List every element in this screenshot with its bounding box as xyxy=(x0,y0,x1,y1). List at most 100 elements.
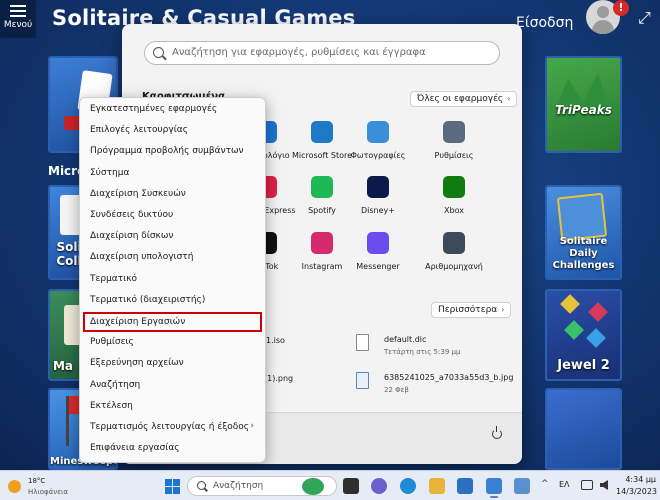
file-name: default.dic xyxy=(384,335,427,344)
pinned-app[interactable]: Disney+ xyxy=(344,176,412,215)
search-icon xyxy=(153,47,164,58)
sun-icon[interactable] xyxy=(8,480,21,493)
context-menu-item[interactable]: Εγκατεστημένες εφαρμογές xyxy=(83,100,262,120)
photos-icon xyxy=(367,121,389,143)
file-date: 22 Φεβ xyxy=(384,386,409,394)
spotify-icon xyxy=(311,176,333,198)
chevron-right-icon: › xyxy=(250,421,254,431)
context-menu-item[interactable]: Πρόγραμμα προβολής συμβάντων xyxy=(83,142,262,162)
context-menu-item-label: Ρυθμίσεις xyxy=(90,337,134,348)
context-menu-item[interactable]: Εξερεύνηση αρχείων xyxy=(83,354,262,374)
chevron-up-icon[interactable]: ^ xyxy=(541,479,549,489)
chevron-right-icon: › xyxy=(501,305,505,314)
fullscreen-icon[interactable]: ⤢ xyxy=(638,8,651,28)
more-button[interactable]: Περισσότερα › xyxy=(431,302,512,318)
disney-plus-icon xyxy=(367,176,389,198)
context-menu-item[interactable]: Επιφάνεια εργασίας xyxy=(83,439,262,459)
pinned-app[interactable]: Φωτογραφίες xyxy=(344,121,412,160)
clock-date[interactable]: 14/3/2023 xyxy=(616,487,657,496)
bing-icon xyxy=(302,478,324,495)
context-menu-item[interactable]: Διαχείριση Εργασιών xyxy=(83,312,262,332)
context-menu-item[interactable]: Τερματικό xyxy=(83,270,262,290)
tile-label: Solitaire Daily Challenges xyxy=(552,236,615,271)
context-menu-item[interactable]: Διαχείριση δίσκων xyxy=(83,227,262,247)
app-name: Xbox xyxy=(444,206,464,215)
pinned-app[interactable]: Ρυθμίσεις xyxy=(420,121,488,160)
context-menu-item-label: Αναζήτηση xyxy=(90,379,141,390)
tile-label: Ma xyxy=(52,359,74,373)
image-file-icon xyxy=(356,372,369,389)
weather-temp[interactable]: 18°C xyxy=(28,477,45,485)
tile-label: Jewel 2 xyxy=(557,358,610,373)
start-search-input[interactable]: Αναζήτηση για εφαρμογές, ρυθμίσεις και έ… xyxy=(144,41,500,65)
settings-icon xyxy=(443,121,465,143)
file-date: Τετάρτη στις 5:39 μμ xyxy=(384,348,461,356)
task-view-icon[interactable] xyxy=(343,478,359,494)
context-menu-item[interactable]: Συνδέσεις δικτύου xyxy=(83,206,262,226)
context-menu-item-label: Διαχείριση Συσκευών xyxy=(90,188,186,199)
solitaire-taskbar-icon[interactable] xyxy=(486,478,502,498)
context-menu-item-label: Διαχείριση υπολογιστή xyxy=(90,252,194,263)
clock-time[interactable]: 4:34 μμ xyxy=(620,475,656,484)
context-menu-item[interactable]: Εκτέλεση xyxy=(83,397,262,417)
windows-start-icon[interactable] xyxy=(165,479,180,494)
context-menu-item-label: Εγκατεστημένες εφαρμογές xyxy=(90,104,218,114)
game-tile-jewel[interactable]: Jewel 2 xyxy=(545,289,622,381)
app-name: Disney+ xyxy=(361,206,395,215)
calculator-icon xyxy=(443,232,465,254)
context-menu-item[interactable]: Διαχείριση Συσκευών xyxy=(83,185,262,205)
recommended-partial-1[interactable]: 1.iso xyxy=(266,336,285,345)
microsoft-store-icon[interactable] xyxy=(457,478,473,494)
power-icon[interactable] xyxy=(492,426,502,439)
language-indicator[interactable]: ΕΛ xyxy=(559,480,570,489)
store-icon xyxy=(311,121,333,143)
context-menu-item-label: Επιφάνεια εργασίας xyxy=(90,443,180,454)
all-apps-button[interactable]: Όλες οι εφαρμογές › xyxy=(410,91,518,107)
volume-icon[interactable] xyxy=(600,480,608,490)
all-apps-label: Όλες οι εφαρμογές xyxy=(417,94,504,104)
teams-chat-icon[interactable] xyxy=(371,478,387,494)
search-icon xyxy=(197,481,206,490)
menu-button[interactable]: Μενού xyxy=(0,0,36,38)
taskbar: 18°C Ηλιοφάνεια Αναζήτηση ^ ΕΛ 4:34 μμ 1… xyxy=(0,470,660,500)
app-name: Φωτογραφίες xyxy=(350,151,406,160)
alert-badge: ! xyxy=(613,0,629,16)
menu-label: Μενού xyxy=(3,20,33,30)
network-icon[interactable] xyxy=(581,480,593,490)
app-name: Ρυθμίσεις xyxy=(434,151,474,160)
context-menu-item-label: Εξερεύνηση αρχείων xyxy=(90,358,184,369)
photos-taskbar-icon[interactable] xyxy=(514,478,530,494)
context-menu-item[interactable]: Τερματισμός λειτουργίας ή έξοδος › xyxy=(83,418,262,438)
search-placeholder: Αναζήτηση για εφαρμογές, ρυθμίσεις και έ… xyxy=(172,47,426,58)
context-menu-item[interactable]: Τερματικό (διαχειριστής) xyxy=(83,291,262,311)
context-menu-item[interactable]: Αναζήτηση xyxy=(83,376,262,396)
context-menu-item-label: Τερματισμός λειτουργίας ή έξοδος xyxy=(90,422,250,432)
context-menu-item-label: Διαχείριση δίσκων xyxy=(90,231,174,242)
game-tile-partial[interactable] xyxy=(545,388,622,470)
context-menu-item[interactable]: Επιλογές λειτουργίας xyxy=(83,121,262,141)
context-menu-item[interactable]: Διαχείριση υπολογιστή xyxy=(83,248,262,268)
app-name: Messenger xyxy=(356,262,400,271)
taskbar-search[interactable]: Αναζήτηση xyxy=(187,476,337,496)
context-menu-item-label: Σύστημα xyxy=(90,167,130,178)
context-menu-item-label: Διαχείριση Εργασιών xyxy=(90,317,186,327)
game-tile-tripeaks[interactable]: TriPeaks xyxy=(545,56,622,153)
file-name: 6385241025_a7033a55d3_b.jpg xyxy=(384,373,514,382)
pinned-app[interactable]: Messenger xyxy=(344,232,412,271)
game-tile-daily-challenges[interactable]: Solitaire Daily Challenges xyxy=(545,185,622,280)
context-menu-item-label: Εκτέλεση xyxy=(90,400,133,411)
context-menu-item-label: Τερματικό xyxy=(90,273,138,284)
recommended-partial-2[interactable]: (1).png xyxy=(264,374,293,383)
context-menu-item-label: Συνδέσεις δικτύου xyxy=(90,210,174,220)
context-menu-item[interactable]: Ρυθμίσεις xyxy=(83,333,262,353)
pinned-app[interactable]: Αριθμομηχανή xyxy=(420,232,488,271)
context-menu-item[interactable]: Σύστημα xyxy=(83,164,262,184)
context-menu-item-label: Πρόγραμμα προβολής συμβάντων xyxy=(90,146,244,157)
signin-link[interactable]: Είσοδση xyxy=(516,15,573,31)
edge-icon[interactable] xyxy=(400,478,416,494)
file-explorer-icon[interactable] xyxy=(429,478,445,494)
file-icon xyxy=(356,334,369,351)
weather-condition[interactable]: Ηλιοφάνεια xyxy=(28,488,68,496)
pinned-app[interactable]: Xbox xyxy=(420,176,488,215)
taskbar-search-label: Αναζήτηση xyxy=(213,481,264,491)
